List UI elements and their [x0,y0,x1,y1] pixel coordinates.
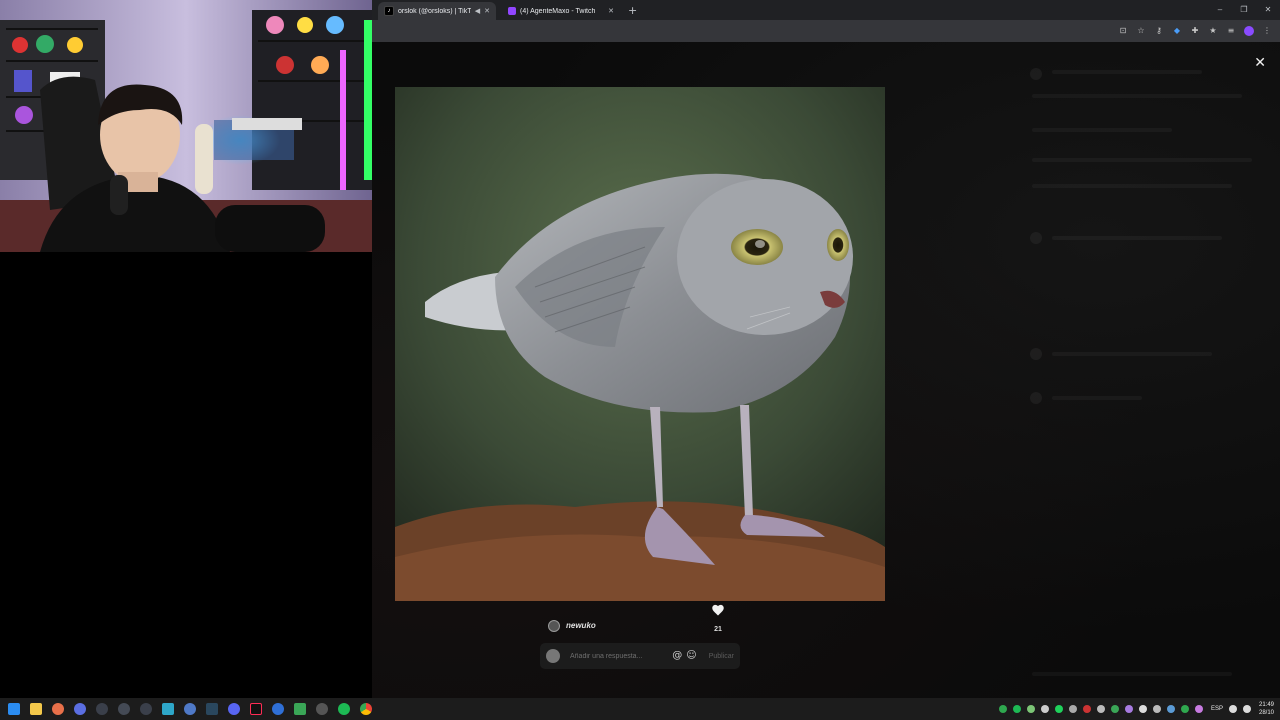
tab-tiktok[interactable]: ♪ orslok (@orsloks) | TikTok ◀ ✕ [378,2,496,20]
spotify-icon[interactable] [338,703,350,715]
taskbar-apps [8,703,382,715]
discord-icon[interactable] [228,703,240,715]
screen: ♪ orslok (@orsloks) | TikTok ◀ ✕ (4) Age… [0,0,1280,720]
ghost-text [1032,128,1172,132]
install-app-icon[interactable]: ⊡ [1118,26,1128,36]
tray-icon[interactable] [1068,705,1077,713]
app-icon-blue[interactable] [184,703,196,715]
browser-toolbar: ⊡ ☆ ⚷ ◆ ✚ ★ ≡ ⋮ [372,20,1280,42]
clock[interactable]: 21:49 28/10 [1259,701,1274,717]
puzzle-icon[interactable]: ✚ [1190,26,1200,36]
tab-title: orslok (@orsloks) | TikTok [398,7,471,15]
ghost-text [1052,236,1222,240]
tab-title: (4) AgenteMaxo - Twitch [520,7,596,15]
app-icon-gray[interactable] [96,703,108,715]
speaker-icon[interactable]: ◀ [475,7,480,15]
reply-input[interactable] [568,651,669,661]
tray-icon[interactable] [1138,705,1147,713]
post-image[interactable] [395,87,885,601]
tiktok-page: ✕ newuko 21 Añadir una respuesta... @ ☺ … [372,42,1280,698]
app-icon-gray[interactable] [316,703,328,715]
ghost-text [1052,352,1212,356]
tab-twitch[interactable]: (4) AgenteMaxo - Twitch ✕ [502,2,620,20]
profile-avatar[interactable] [1244,26,1254,36]
ghost-text [1032,158,1252,162]
ghost-avatar [1030,68,1042,80]
extension-blue-icon[interactable]: ◆ [1172,26,1182,36]
search-icon[interactable] [52,703,64,715]
key-icon[interactable]: ⚷ [1154,26,1164,36]
author-avatar[interactable] [548,620,560,632]
tray-icon[interactable] [1166,705,1175,713]
ghost-text [1032,672,1232,676]
ghost-avatar [1030,348,1042,360]
window-close-button[interactable]: ✕ [1256,0,1280,20]
clock-date: 28/10 [1258,710,1274,716]
volume-icon[interactable] [1242,705,1251,713]
app-icon-green[interactable] [294,703,306,715]
tray-icon[interactable] [1096,705,1105,713]
browser-window: ♪ orslok (@orsloks) | TikTok ◀ ✕ (4) Age… [372,0,1280,698]
bookmarks-icon[interactable]: ★ [1208,26,1218,36]
tray-icon[interactable] [1054,705,1063,713]
new-tab-button[interactable]: + [628,2,637,20]
left-blank-area [0,252,372,698]
tray-icon[interactable] [1110,705,1119,713]
windows-taskbar: ESP 21:49 28/10 [0,698,1280,720]
sidebar-icon[interactable]: ≡ [1226,26,1236,36]
tab-close-icon[interactable]: ✕ [608,7,614,15]
twitch-icon [508,7,516,15]
like-count: 21 [714,626,722,633]
mention-icon[interactable]: @ [672,651,682,661]
window-controls: – ❐ ✕ [1208,0,1280,20]
menu-icon[interactable]: ⋮ [1262,26,1272,36]
author-username[interactable]: newuko [566,621,596,630]
current-user-avatar [546,649,560,663]
chrome-icon[interactable] [360,703,372,715]
app-icon-gray[interactable] [118,703,130,715]
heart-icon[interactable] [711,604,725,616]
reply-box: @ ☺ Publicar [540,643,740,669]
bookmark-star-icon[interactable]: ☆ [1136,26,1146,36]
close-viewer-button[interactable]: ✕ [1254,56,1266,70]
ghost-avatar [1030,232,1042,244]
ghost-text [1052,396,1142,400]
app-icon-blue[interactable] [272,703,284,715]
post-meta: newuko 21 [548,604,728,638]
tiktok-icon[interactable] [250,703,262,715]
clock-time: 21:49 [1258,702,1274,708]
tab-bar: ♪ orslok (@orsloks) | TikTok ◀ ✕ (4) Age… [372,0,1280,20]
microphone-icon[interactable] [1194,705,1203,713]
tray-icon[interactable] [1124,705,1133,713]
tray-icon[interactable] [1026,705,1035,713]
file-explorer-icon[interactable] [30,703,42,715]
windows-start-icon[interactable] [8,703,20,715]
emoji-icon[interactable]: ☺ [686,651,696,661]
ghost-text [1032,184,1232,188]
tray-icon[interactable] [1082,705,1091,713]
tray-icon[interactable] [1040,705,1049,713]
minimize-button[interactable]: – [1208,0,1232,20]
tab-close-icon[interactable]: ✕ [484,7,490,15]
steam-icon[interactable] [206,703,218,715]
app-icon-gray[interactable] [140,703,152,715]
tray-icon[interactable] [1012,705,1021,713]
publish-button[interactable]: Publicar [709,653,734,660]
ghost-text [1052,70,1202,74]
app-icon-teal[interactable] [162,703,174,715]
tray-icon[interactable] [1152,705,1161,713]
tiktok-icon: ♪ [384,6,394,16]
network-icon[interactable] [1228,705,1237,713]
tray-icon[interactable] [998,705,1007,713]
tray-icon[interactable] [1180,705,1189,713]
restore-button[interactable]: ❐ [1232,0,1256,20]
language-indicator[interactable]: ESP [1211,706,1223,712]
webcam-overlay [0,0,372,252]
ghost-avatar [1030,392,1042,404]
system-tray: ESP 21:49 28/10 [993,698,1274,720]
like-group: 21 [710,604,726,635]
app-icon-blue[interactable] [74,703,86,715]
ghost-text [1032,94,1242,98]
